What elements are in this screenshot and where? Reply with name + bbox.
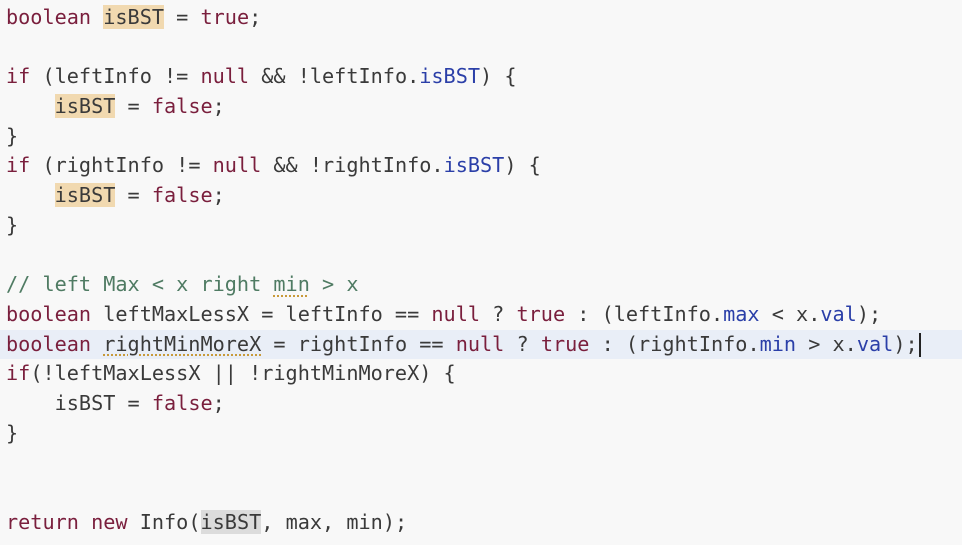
code-token: isBST =	[6, 390, 152, 415]
code-line[interactable]: if (leftInfo != null && !leftInfo.isBST)…	[0, 62, 962, 92]
code-token: true	[200, 5, 250, 29]
code-token: ;	[212, 94, 225, 119]
code-line[interactable]: boolean isBST = true;	[0, 3, 962, 33]
code-token: }	[6, 212, 19, 237]
code-token: =	[115, 94, 152, 119]
code-token: false	[151, 390, 213, 415]
code-token: boolean	[6, 331, 92, 356]
code-token: isBST	[419, 64, 481, 89]
code-line[interactable]	[0, 241, 962, 271]
code-token: ) {	[504, 153, 541, 178]
code-token: > x.	[796, 331, 857, 356]
code-token: false	[151, 183, 213, 208]
code-token: );	[893, 331, 918, 356]
code-token: max	[723, 301, 760, 326]
code-line[interactable]: // left Max < x right min > x	[0, 270, 962, 300]
code-token: if	[6, 64, 31, 89]
code-token: }	[6, 123, 19, 148]
code-token: return	[6, 509, 79, 534]
code-token: if	[6, 361, 31, 386]
code-token: false	[151, 94, 213, 119]
code-token: isBST	[443, 153, 505, 178]
code-token: : (rightInfo.	[589, 331, 760, 356]
code-token: ) {	[480, 64, 517, 89]
code-token: ?	[504, 331, 541, 356]
code-token: < x.	[759, 301, 821, 326]
code-token: =	[115, 183, 152, 208]
code-token: }	[6, 420, 19, 445]
code-token: // left Max < x right	[6, 272, 274, 297]
code-token: isBST	[54, 94, 116, 119]
code-token: boolean	[6, 5, 92, 29]
code-line[interactable]: }	[0, 122, 962, 152]
code-token: null	[455, 331, 505, 356]
code-token: null	[431, 301, 481, 326]
code-line[interactable]	[0, 448, 962, 478]
code-line-current[interactable]: boolean rightMinMoreX = rightInfo == nul…	[0, 329, 962, 360]
code-token: val	[856, 331, 894, 356]
code-token: : (leftInfo.	[565, 301, 724, 326]
code-line[interactable]: if(!leftMaxLessX || !rightMinMoreX) {	[0, 359, 962, 389]
code-token: && !rightInfo.	[261, 153, 444, 178]
code-token: leftMaxLessX = leftInfo ==	[91, 301, 432, 326]
code-token: if	[6, 153, 31, 178]
code-token: (!leftMaxLessX || !rightMinMoreX) {	[30, 361, 456, 386]
code-token: new	[91, 509, 128, 534]
code-token: rightMinMoreX	[103, 331, 262, 356]
code-token: = rightInfo ==	[261, 331, 456, 356]
text-caret	[918, 333, 921, 358]
code-token: isBST	[54, 183, 116, 208]
code-token: min	[759, 331, 797, 356]
code-token: =	[164, 5, 201, 29]
code-token: true	[516, 301, 566, 326]
code-line[interactable]	[0, 478, 962, 508]
code-token: (leftInfo !=	[30, 64, 201, 89]
code-line[interactable]	[0, 33, 962, 63]
code-line[interactable]: isBST = false;	[0, 389, 962, 419]
code-token: isBST	[200, 509, 262, 534]
code-editor[interactable]: boolean isBST = true; if (leftInfo != nul…	[0, 0, 962, 545]
code-token: && !leftInfo.	[249, 64, 420, 89]
code-token: ?	[480, 301, 517, 326]
code-token: ;	[212, 183, 225, 208]
code-token: val	[820, 301, 857, 326]
code-line[interactable]: isBST = false;	[0, 92, 962, 122]
code-line[interactable]: }	[0, 419, 962, 449]
code-line[interactable]: isBST = false;	[0, 181, 962, 211]
code-token: ;	[212, 390, 225, 415]
code-token: null	[200, 64, 250, 89]
code-token: (rightInfo !=	[30, 153, 213, 178]
code-line[interactable]: boolean leftMaxLessX = leftInfo == null …	[0, 300, 962, 330]
code-token: , max, min);	[261, 509, 408, 534]
code-line[interactable]: return new Info(isBST, max, min);	[0, 508, 962, 538]
code-token: isBST	[103, 5, 165, 29]
code-token: null	[212, 153, 262, 178]
code-token: boolean	[6, 301, 92, 326]
code-token: min	[273, 272, 310, 297]
code-token: > x	[309, 272, 359, 297]
code-line[interactable]: if (rightInfo != null && !rightInfo.isBS…	[0, 151, 962, 181]
code-token: ;	[249, 5, 262, 29]
code-line[interactable]: }	[0, 211, 962, 241]
code-token: true	[540, 331, 590, 356]
code-token: );	[856, 301, 882, 326]
code-token: Info(	[127, 509, 201, 534]
